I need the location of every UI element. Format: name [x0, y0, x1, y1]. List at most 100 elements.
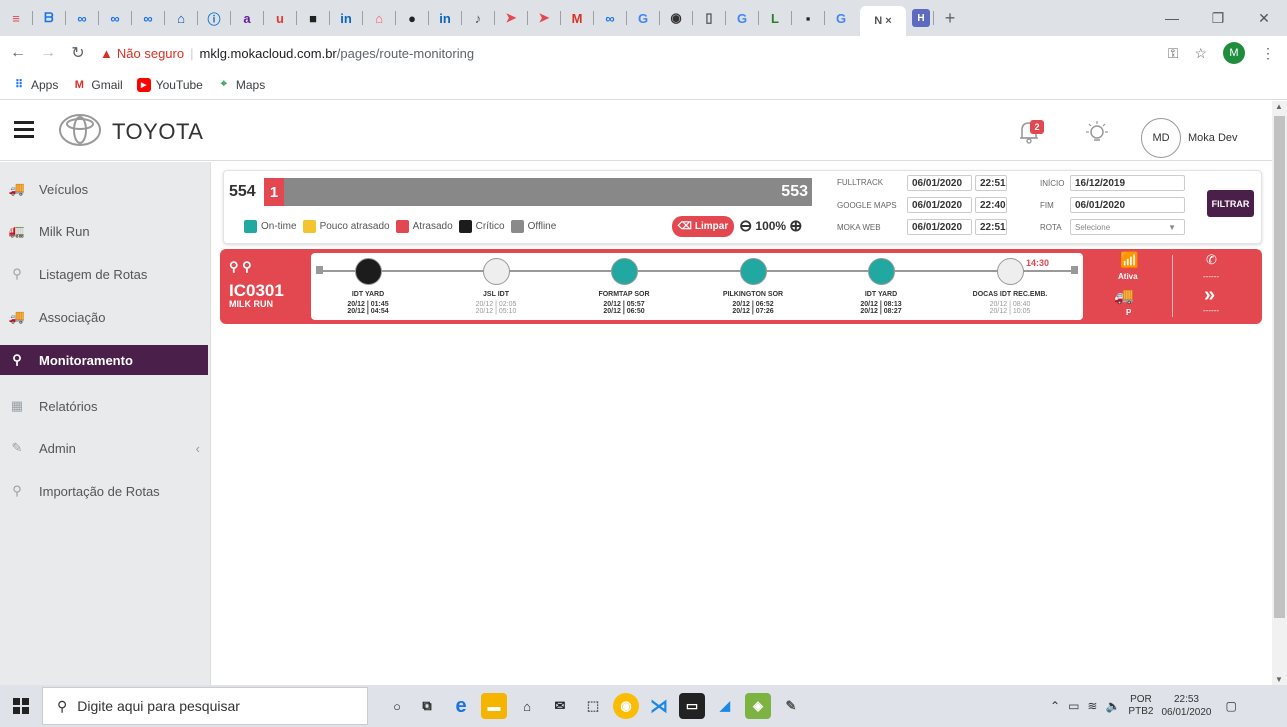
paint-icon[interactable]: ✎: [778, 693, 804, 719]
end-date-input[interactable]: 06/01/2020: [1070, 197, 1185, 213]
taskbar-search[interactable]: ⚲ Digite aqui para pesquisar: [42, 687, 368, 725]
tab-favicon-icon[interactable]: ■: [300, 5, 326, 31]
tab-favicon-icon[interactable]: ⌂: [168, 5, 194, 31]
sidebar-item-relatorios[interactable]: ▦ Relatórios: [0, 391, 208, 421]
photos-icon[interactable]: ⬚: [580, 693, 606, 719]
legend-item[interactable]: Offline: [510, 220, 556, 233]
scroll-up-icon[interactable]: ▲: [1275, 102, 1283, 111]
tab-favicon-icon[interactable]: u: [267, 5, 293, 31]
tab-favicon-icon[interactable]: ▪: [795, 5, 821, 31]
tab-favicon-icon[interactable]: ♪: [465, 5, 491, 31]
tab-favicon-icon[interactable]: a: [234, 5, 260, 31]
sidebar-item-milk-run[interactable]: 🚛 Milk Run: [0, 216, 208, 246]
forward-arrow-icon[interactable]: →: [36, 44, 60, 62]
task-view-icon[interactable]: ⧉: [414, 693, 440, 719]
new-tab-button[interactable]: +: [937, 5, 963, 31]
status-bar-late[interactable]: 1: [264, 178, 284, 206]
zoom-out-icon[interactable]: ⊖: [739, 216, 752, 236]
restore-icon[interactable]: ❐: [1195, 10, 1241, 27]
timeline-stop-marker[interactable]: [355, 258, 382, 285]
user-avatar[interactable]: MD: [1141, 118, 1181, 158]
mail-icon[interactable]: ✉: [547, 693, 573, 719]
bookmark-gmail[interactable]: M Gmail: [72, 78, 123, 92]
map-pin-icon[interactable]: ⚲ ⚲: [229, 259, 252, 275]
scrollbar-thumb[interactable]: [1274, 116, 1285, 618]
sidebar-item-associacao[interactable]: 🚚 Associação: [0, 302, 208, 332]
tab-favicon-icon[interactable]: ᗷ: [36, 5, 62, 31]
hamburger-menu-icon[interactable]: [14, 121, 34, 138]
back-arrow-icon[interactable]: ←: [6, 44, 30, 62]
tab-favicon-icon[interactable]: G: [828, 5, 854, 31]
tab-favicon-icon[interactable]: ⓘ: [201, 5, 227, 31]
timeline-stop-marker[interactable]: [868, 258, 895, 285]
wifi-icon[interactable]: ≋: [1087, 699, 1097, 713]
tab-favicon-icon[interactable]: M: [564, 5, 590, 31]
tab-favicon-icon[interactable]: ∞: [135, 5, 161, 31]
menu-dots-icon[interactable]: ⋮: [1261, 45, 1275, 62]
clear-button[interactable]: ⌫ Limpar: [672, 216, 734, 237]
volume-icon[interactable]: 🔈: [1105, 699, 1120, 713]
legend-item[interactable]: Crítico: [458, 220, 505, 233]
tab-favicon-icon[interactable]: ◉: [663, 5, 689, 31]
vscode-icon[interactable]: ⋊: [646, 693, 672, 719]
status-bar-offline[interactable]: [264, 178, 812, 206]
user-name[interactable]: Moka Dev: [1188, 132, 1238, 144]
tab-favicon-icon[interactable]: in: [333, 5, 359, 31]
legend-item[interactable]: On-time: [244, 220, 297, 233]
tab-favicon-icon[interactable]: ●: [399, 5, 425, 31]
tab-favicon-icon[interactable]: H: [912, 9, 930, 27]
route-select[interactable]: Selecione ▼: [1070, 219, 1185, 235]
timeline-stop-marker[interactable]: [611, 258, 638, 285]
sidebar-item-importacao-rotas[interactable]: ⚲ Importação de Rotas: [0, 476, 208, 506]
tab-favicon-icon[interactable]: ≡: [3, 5, 29, 31]
double-chevron-right-icon[interactable]: »: [1204, 284, 1215, 307]
tab-favicon-icon[interactable]: ∞: [69, 5, 95, 31]
bookmark-maps[interactable]: ⌖ Maps: [217, 78, 265, 92]
windows-start-icon[interactable]: [0, 685, 42, 727]
star-icon[interactable]: ☆: [1194, 45, 1207, 62]
app-icon[interactable]: ◢: [712, 693, 738, 719]
phone-icon[interactable]: ✆: [1206, 252, 1217, 268]
close-window-icon[interactable]: ✕: [1241, 10, 1287, 27]
filter-button[interactable]: FILTRAR: [1207, 190, 1254, 217]
lightbulb-icon[interactable]: [1085, 120, 1109, 146]
start-date-input[interactable]: 16/12/2019: [1070, 175, 1185, 191]
app-icon[interactable]: ◈: [745, 693, 771, 719]
clock[interactable]: 22:53 06/01/2020: [1161, 693, 1211, 719]
timeline-stop-marker[interactable]: [483, 258, 510, 285]
terminal-icon[interactable]: ▭: [679, 693, 705, 719]
chrome-icon[interactable]: ◉: [613, 693, 639, 719]
file-explorer-icon[interactable]: ▬: [481, 693, 507, 719]
timeline-stop-marker[interactable]: [997, 258, 1024, 285]
bookmark-apps[interactable]: ⠿ Apps: [12, 78, 58, 92]
sidebar-item-monitoramento[interactable]: ⚲ Monitoramento: [0, 345, 208, 375]
tab-favicon-icon[interactable]: G: [630, 5, 656, 31]
legend-item[interactable]: Pouco atrasado: [302, 220, 390, 233]
legend-item[interactable]: Atrasado: [395, 220, 453, 233]
timeline-stop-marker[interactable]: [740, 258, 767, 285]
tab-favicon-icon[interactable]: L: [762, 5, 788, 31]
profile-avatar[interactable]: M: [1223, 42, 1245, 64]
tab-favicon-icon[interactable]: ▯: [696, 5, 722, 31]
tab-favicon-icon[interactable]: ⌂: [366, 5, 392, 31]
truck-icon[interactable]: 🚚: [1114, 286, 1134, 306]
bookmark-youtube[interactable]: ▶ YouTube: [136, 77, 203, 92]
reload-icon[interactable]: ↻: [66, 43, 90, 63]
tab-favicon-icon[interactable]: ∞: [102, 5, 128, 31]
sidebar-item-veiculos[interactable]: 🚚 Veículos: [0, 174, 208, 204]
zoom-in-icon[interactable]: ⊕: [789, 216, 802, 236]
sidebar-item-admin[interactable]: ✎ Admin ‹: [0, 433, 208, 463]
store-icon[interactable]: ⌂: [514, 693, 540, 719]
tab-favicon-icon[interactable]: in: [432, 5, 458, 31]
language-indicator[interactable]: POR PTB2: [1128, 694, 1153, 718]
edge-icon[interactable]: e: [448, 693, 474, 719]
chevron-up-icon[interactable]: ⌃: [1050, 699, 1060, 713]
tab-favicon-icon[interactable]: ➤: [498, 5, 524, 31]
tab-favicon-icon[interactable]: ➤: [531, 5, 557, 31]
key-icon[interactable]: ⚿: [1168, 45, 1179, 62]
url-field[interactable]: ▲ Não seguro | mklg.mokacloud.com.br/pag…: [100, 46, 474, 61]
active-tab[interactable]: N ×: [860, 6, 906, 36]
tab-favicon-icon[interactable]: ∞: [597, 5, 623, 31]
notifications-icon[interactable]: ▢: [1226, 699, 1237, 713]
close-tab-icon[interactable]: N ×: [874, 15, 891, 27]
